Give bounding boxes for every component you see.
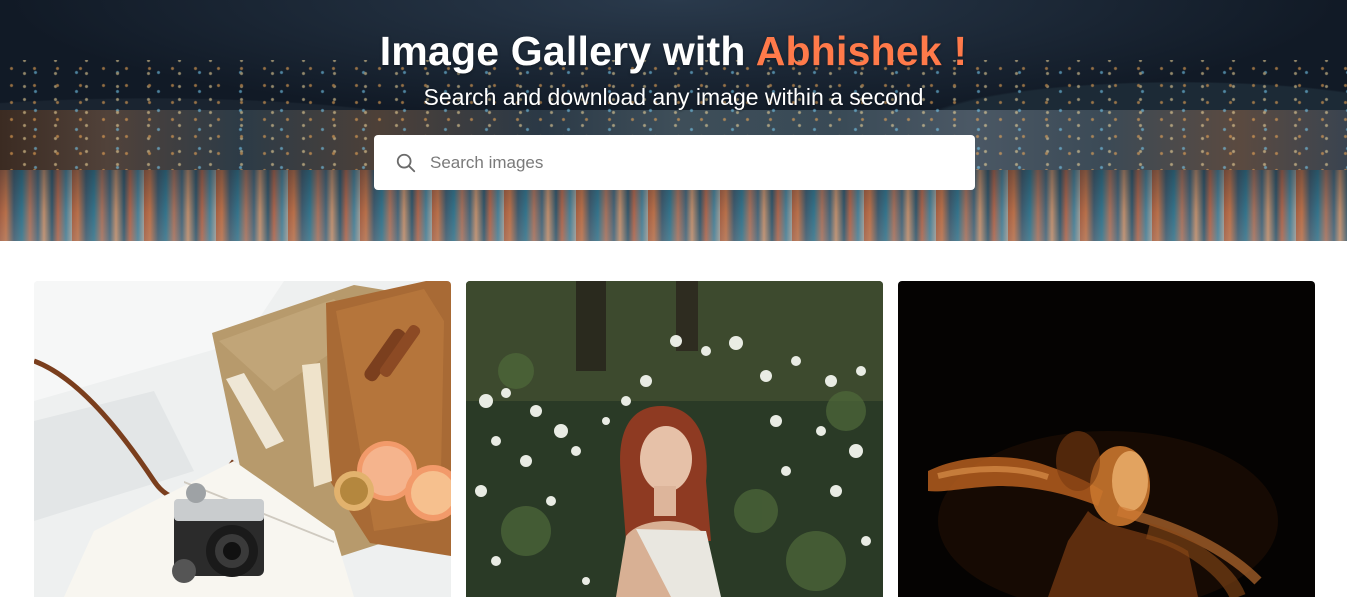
- search-icon: [396, 153, 416, 172]
- gallery-card-woman-flowers[interactable]: [466, 281, 883, 597]
- page-title-accent: Abhishek !: [755, 28, 968, 74]
- page-title-main: Image Gallery with: [379, 28, 756, 74]
- search-bar[interactable]: [374, 135, 975, 190]
- gallery-card-flatlay[interactable]: [34, 281, 451, 597]
- gallery-card-dancer[interactable]: [898, 281, 1315, 597]
- gallery-image-woman-flowers[interactable]: [466, 281, 883, 597]
- search-input[interactable]: [430, 135, 975, 190]
- hero-banner: Image Gallery with Abhishek ! Search and…: [0, 0, 1347, 241]
- gallery-image-flatlay[interactable]: [34, 281, 451, 597]
- page-title: Image Gallery with Abhishek !: [0, 28, 1347, 75]
- image-gallery: [34, 281, 1315, 597]
- page-subtitle: Search and download any image within a s…: [423, 84, 924, 110]
- gallery-image-dancer[interactable]: [898, 281, 1315, 597]
